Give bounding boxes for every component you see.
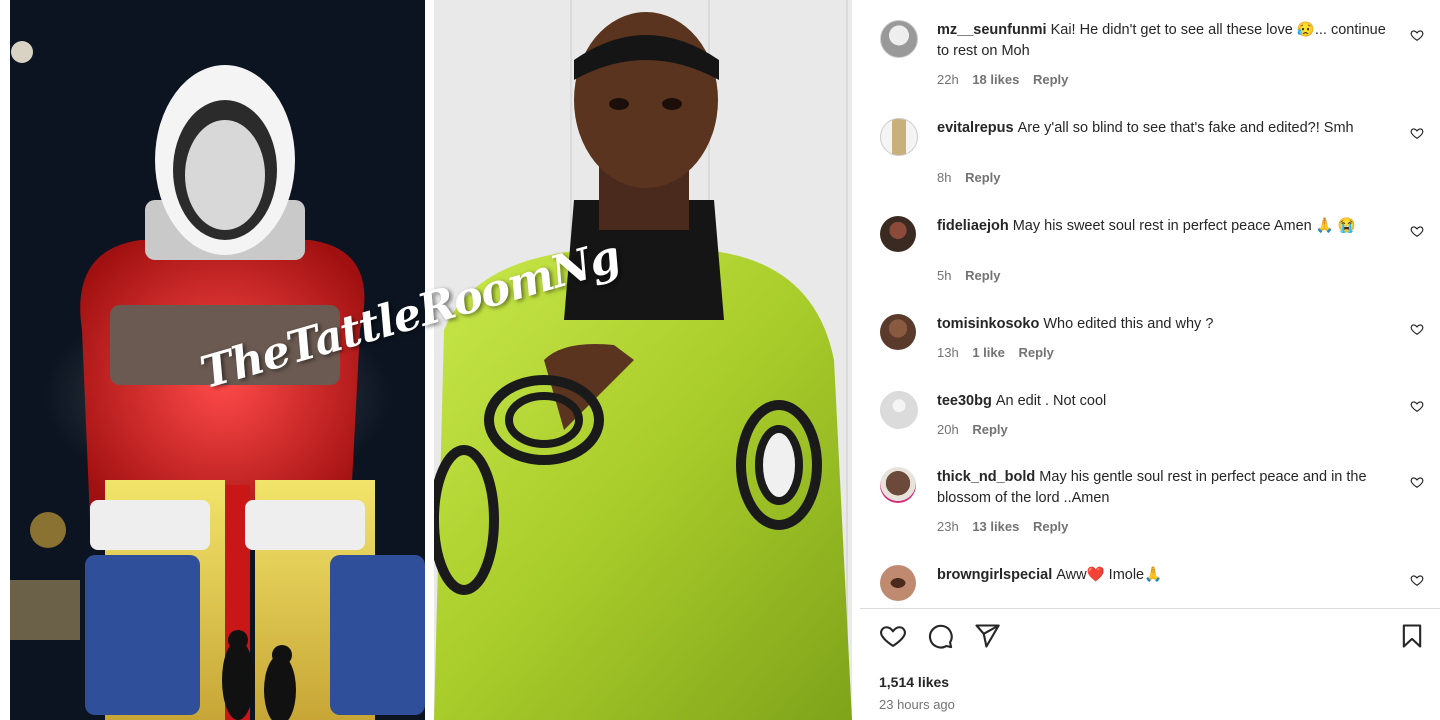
comment-like-button[interactable] xyxy=(1410,399,1424,416)
avatar[interactable] xyxy=(880,20,918,58)
reply-button[interactable]: Reply xyxy=(1033,72,1068,87)
comment-body: Who edited this and why ? xyxy=(1043,316,1214,332)
avatar[interactable] xyxy=(880,314,916,350)
comment-text: fideliaejoh May his sweet soul rest in pe… xyxy=(937,216,1397,237)
comment-text: thick_nd_bold May his gentle soul rest in… xyxy=(937,467,1397,509)
avatar[interactable] xyxy=(880,565,916,601)
comments-panel[interactable]: mz__seunfunmi Kai! He didn't get to see a… xyxy=(860,0,1440,608)
bookmark-icon xyxy=(1402,624,1422,648)
comment-body: May his sweet soul rest in perfect peace… xyxy=(1012,218,1356,234)
heart-outline-icon xyxy=(1410,128,1424,139)
section-divider xyxy=(860,608,1440,609)
man-green-jacket-illustration xyxy=(434,12,852,720)
comment-text: tomisinkosoko Who edited this and why ? xyxy=(937,314,1397,335)
post-timestamp: 23 hours ago xyxy=(879,697,955,712)
comment-like-button[interactable] xyxy=(1410,126,1424,143)
post-actions-bar xyxy=(860,622,1440,658)
avatar[interactable] xyxy=(880,216,916,252)
comment-meta: 13h 1 like Reply xyxy=(937,345,1064,360)
comment-username[interactable]: tomisinkosoko xyxy=(937,316,1039,332)
heart-outline-icon xyxy=(1410,324,1424,335)
comment-username[interactable]: mz__seunfunmi xyxy=(937,22,1047,38)
comment-like-button[interactable] xyxy=(1410,322,1424,339)
comment-likes-count[interactable]: 1 like xyxy=(972,345,1005,360)
man-green-jacket-photo xyxy=(434,0,852,720)
heart-outline-icon xyxy=(1410,401,1424,412)
save-button[interactable] xyxy=(1398,622,1426,655)
comment-like-button[interactable] xyxy=(1410,224,1424,241)
reply-button[interactable]: Reply xyxy=(1033,519,1068,534)
comment-body: An edit . Not cool xyxy=(995,393,1107,409)
heart-outline-icon xyxy=(1410,477,1424,488)
likes-count[interactable]: 1,514 likes xyxy=(879,674,949,690)
heart-outline-icon xyxy=(1410,226,1424,237)
comment-meta: 23h 13 likes Reply xyxy=(937,519,1078,534)
comment-text: evitalrepus Are y'all so blind to see tha… xyxy=(937,118,1397,139)
comment-text: mz__seunfunmi Kai! He didn't get to see a… xyxy=(937,20,1397,62)
comment-time: 22h xyxy=(937,72,959,87)
comment-likes-count[interactable]: 18 likes xyxy=(972,72,1019,87)
avatar[interactable] xyxy=(880,467,916,503)
comment-text: tee30bg An edit . Not cool xyxy=(937,391,1397,412)
comment-time: 5h xyxy=(937,268,952,283)
comment-body: Aww❤️ Imole🙏 xyxy=(1056,567,1163,583)
comment-body: Are y'all so blind to see that's fake an… xyxy=(1017,120,1354,136)
avatar[interactable] xyxy=(880,391,918,429)
heart-outline-icon xyxy=(1410,30,1424,41)
comment-time: 20h xyxy=(937,422,959,437)
reply-button[interactable]: Reply xyxy=(965,170,1000,185)
comment-time: 8h xyxy=(937,170,952,185)
comment-meta: 22h 18 likes Reply xyxy=(937,72,1078,87)
avatar[interactable] xyxy=(880,118,918,156)
comment-username[interactable]: browngirlspecial xyxy=(937,567,1052,583)
comment-like-button[interactable] xyxy=(1410,28,1424,45)
comment-time: 13h xyxy=(937,345,959,360)
comment-meta: 8h Reply xyxy=(937,170,1011,185)
comment-button[interactable] xyxy=(926,622,954,655)
comment-username[interactable]: evitalrepus xyxy=(937,120,1014,136)
comment-username[interactable]: thick_nd_bold xyxy=(937,469,1035,485)
comment-like-button[interactable] xyxy=(1410,573,1424,590)
reply-button[interactable]: Reply xyxy=(965,268,1000,283)
comment-username[interactable]: fideliaejoh xyxy=(937,218,1009,234)
comment-meta: 5h Reply xyxy=(937,268,1011,283)
reply-button[interactable]: Reply xyxy=(1018,345,1053,360)
comment-text: browngirlspecial Aww❤️ Imole🙏 xyxy=(937,565,1397,586)
comment-like-button[interactable] xyxy=(1410,475,1424,492)
like-button[interactable] xyxy=(879,622,907,655)
heart-icon xyxy=(880,626,906,647)
comment-likes-count[interactable]: 13 likes xyxy=(972,519,1019,534)
comment-meta: 20h Reply xyxy=(937,422,1018,437)
comment-time: 23h xyxy=(937,519,959,534)
comment-bubble-icon xyxy=(928,624,953,649)
post-media: TheTattleRoomNg xyxy=(0,0,860,720)
reply-button[interactable]: Reply xyxy=(972,422,1007,437)
heart-outline-icon xyxy=(1410,575,1424,586)
share-button[interactable] xyxy=(973,622,1001,655)
paper-plane-icon xyxy=(975,624,1000,648)
comment-username[interactable]: tee30bg xyxy=(937,393,992,409)
